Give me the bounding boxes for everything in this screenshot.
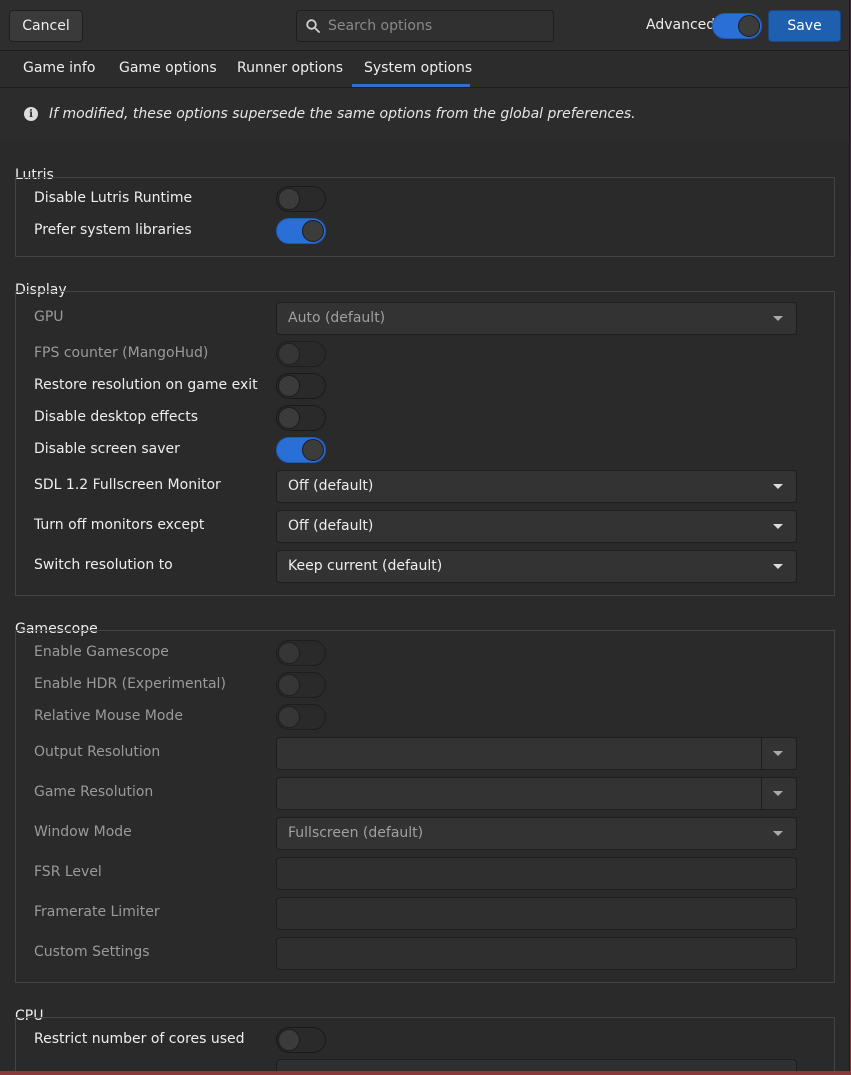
switch-resolution-select-value: Keep current (default) <box>288 558 443 574</box>
option-label-relative-mouse: Relative Mouse Mode <box>34 708 183 724</box>
advanced-label: Advanced <box>646 17 716 33</box>
option-label-gpu: GPU <box>34 309 64 325</box>
search-field[interactable] <box>296 10 554 42</box>
search-icon <box>306 19 320 33</box>
toggle-relative-mouse[interactable] <box>276 704 326 730</box>
gpu-select-value: Auto (default) <box>288 310 386 326</box>
save-button[interactable]: Save <box>768 10 841 42</box>
toggle-restrict-cores[interactable] <box>276 1027 326 1053</box>
toggle-enable-gamescope[interactable] <box>276 640 326 666</box>
active-tab-indicator <box>352 84 470 87</box>
option-label-custom-settings: Custom Settings <box>34 944 150 960</box>
section-frame-lutris <box>15 177 835 257</box>
sdl-monitor-select-value: Off (default) <box>288 478 374 494</box>
info-icon: i <box>24 107 38 121</box>
tab-bar: Game info Game options Runner options Sy… <box>0 51 849 88</box>
custom-settings-input[interactable] <box>276 937 797 970</box>
option-label-enable-hdr: Enable HDR (Experimental) <box>34 676 226 692</box>
window-mode-select[interactable]: Fullscreen (default) <box>276 817 797 850</box>
cancel-button[interactable]: Cancel <box>9 10 83 42</box>
option-label-monitors-except: Turn off monitors except <box>34 517 205 533</box>
tab-game-options[interactable]: Game options <box>119 60 217 76</box>
window-mode-value: Fullscreen (default) <box>288 825 424 841</box>
toggle-disable-screen-saver[interactable] <box>276 437 326 463</box>
chevron-down-icon <box>773 484 783 489</box>
tab-game-info[interactable]: Game info <box>23 60 95 76</box>
option-label-framerate-limiter: Framerate Limiter <box>34 904 160 920</box>
framerate-limiter-input[interactable] <box>276 897 797 930</box>
fsr-level-input[interactable] <box>276 857 797 890</box>
info-text: If modified, these options supersede the… <box>49 106 636 122</box>
chevron-down-icon <box>773 316 783 321</box>
option-label-enable-gamescope: Enable Gamescope <box>34 644 169 660</box>
cpu-cores-input[interactable] <box>276 1059 797 1071</box>
monitors-except-select-value: Off (default) <box>288 518 374 534</box>
option-label-disable-screen-saver: Disable screen saver <box>34 441 180 457</box>
options-content[interactable]: Lutris Disable Lutris Runtime Prefer sys… <box>0 141 849 1071</box>
chevron-down-icon <box>773 831 783 836</box>
option-label-game-resolution: Game Resolution <box>34 784 154 800</box>
option-label-restore-resolution: Restore resolution on game exit <box>34 377 258 393</box>
search-input[interactable] <box>326 17 553 35</box>
toggle-disable-desktop-effects[interactable] <box>276 405 326 431</box>
tab-runner-options[interactable]: Runner options <box>237 60 343 76</box>
chevron-down-icon <box>773 564 783 569</box>
game-resolution-combo[interactable] <box>276 777 797 810</box>
option-label-prefer-system-libs: Prefer system libraries <box>34 222 192 238</box>
chevron-down-icon[interactable] <box>773 791 783 796</box>
option-label-restrict-cores: Restrict number of cores used <box>34 1031 245 1047</box>
sdl-monitor-select[interactable]: Off (default) <box>276 470 797 503</box>
option-label-disable-runtime: Disable Lutris Runtime <box>34 190 193 206</box>
option-label-fsr-level: FSR Level <box>34 864 102 880</box>
gpu-select[interactable]: Auto (default) <box>276 302 797 335</box>
option-label-window-mode: Window Mode <box>34 824 132 840</box>
header-bar: Cancel Advanced Save <box>0 0 849 51</box>
option-label-output-resolution: Output Resolution <box>34 744 161 760</box>
toggle-fps-counter[interactable] <box>276 341 326 367</box>
preferences-window: Cancel Advanced Save Game info Game opti… <box>0 0 850 1071</box>
toggle-restore-resolution[interactable] <box>276 373 326 399</box>
toggle-enable-hdr[interactable] <box>276 672 326 698</box>
option-label-switch-resolution: Switch resolution to <box>34 557 173 573</box>
info-bar: i If modified, these options supersede t… <box>0 88 849 140</box>
option-label-sdl-monitor: SDL 1.2 Fullscreen Monitor <box>34 477 221 493</box>
output-resolution-combo[interactable] <box>276 737 797 770</box>
option-label-disable-desktop-effects: Disable desktop effects <box>34 409 199 425</box>
chevron-down-icon <box>773 524 783 529</box>
monitors-except-select[interactable]: Off (default) <box>276 510 797 543</box>
toggle-prefer-system-libs[interactable] <box>276 218 326 244</box>
toggle-disable-runtime[interactable] <box>276 186 326 212</box>
tab-system-options[interactable]: System options <box>364 60 472 76</box>
option-label-fps-counter: FPS counter (MangoHud) <box>34 345 209 361</box>
advanced-toggle[interactable] <box>712 13 762 39</box>
chevron-down-icon[interactable] <box>773 751 783 756</box>
switch-resolution-select[interactable]: Keep current (default) <box>276 550 797 583</box>
